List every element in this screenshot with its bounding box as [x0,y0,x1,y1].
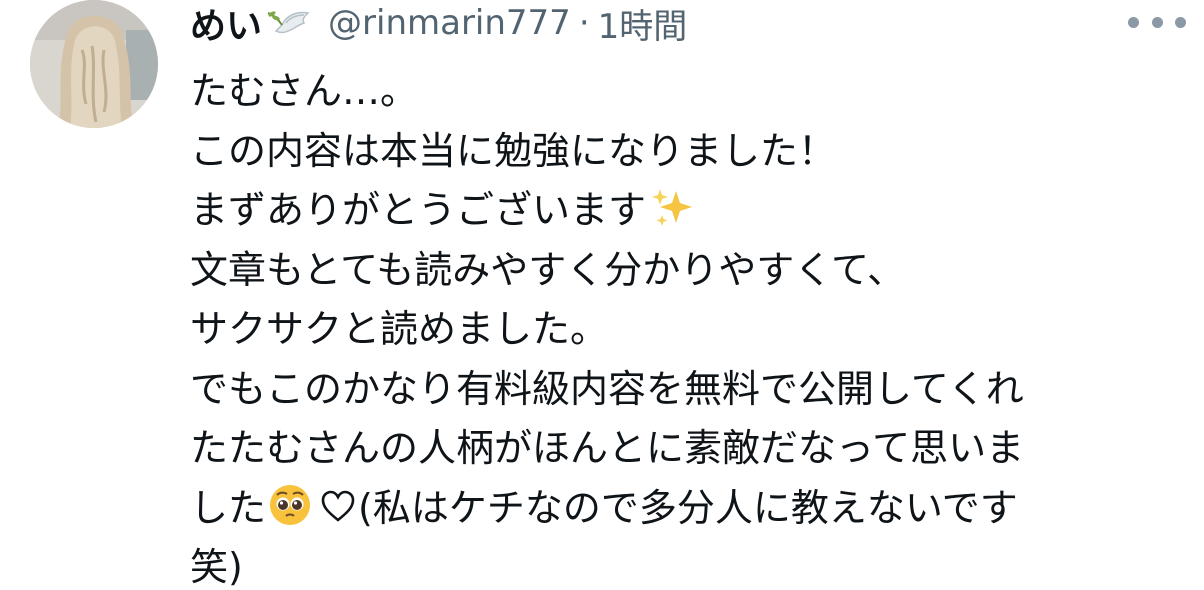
user-handle[interactable]: @rinmarin777 [328,3,571,43]
white-heart-outline-icon [320,483,356,522]
more-dot [1151,16,1163,28]
tweet-body: たむさん…。 この内容は本当に勉強になりました！ まずありがとうございます 文章… [190,62,1180,590]
separator-dot: · [578,3,590,43]
tweet-line: 笑) [190,545,243,589]
tweet-line-text: した [190,485,267,530]
pleading-face-icon [268,483,312,527]
tweet-line: この内容は本当に勉強になりました！ [190,128,837,173]
more-dot [1128,16,1139,28]
more-dots-icon[interactable] [1128,12,1186,32]
tweet-line: でもこのかなり有料級内容を無料で公開してくれ [190,366,1024,411]
timestamp[interactable]: 1時間 [598,0,688,48]
sparkles-icon [650,187,696,229]
tweet-line-text: (私はケチなので多分人に教えないです [358,485,1018,530]
tweet-line-text: まずありがとうございます [190,188,647,232]
tweet-line: たむさん…。 [190,69,419,113]
tweet-line: した (私はケチなので多分人に教えないです [190,479,1180,539]
tweet-line: まずありがとうございます [190,181,1180,241]
tweet-line: サクサクと読めました。 [190,307,609,351]
display-name[interactable]: めい [190,0,262,49]
tweet-header: めい @rinmarin777 · 1時間 [190,0,688,49]
tweet-line: 文章もとても読みやすく分かりやすくて、 [190,247,906,292]
avatar[interactable] [30,0,158,128]
more-dot [1175,16,1186,28]
tweet-line: たたむさんの人柄がほんとに素敵だなって思いま [190,426,1025,470]
avatar-photo [30,0,158,128]
dove-with-olive-branch-icon [264,3,314,43]
